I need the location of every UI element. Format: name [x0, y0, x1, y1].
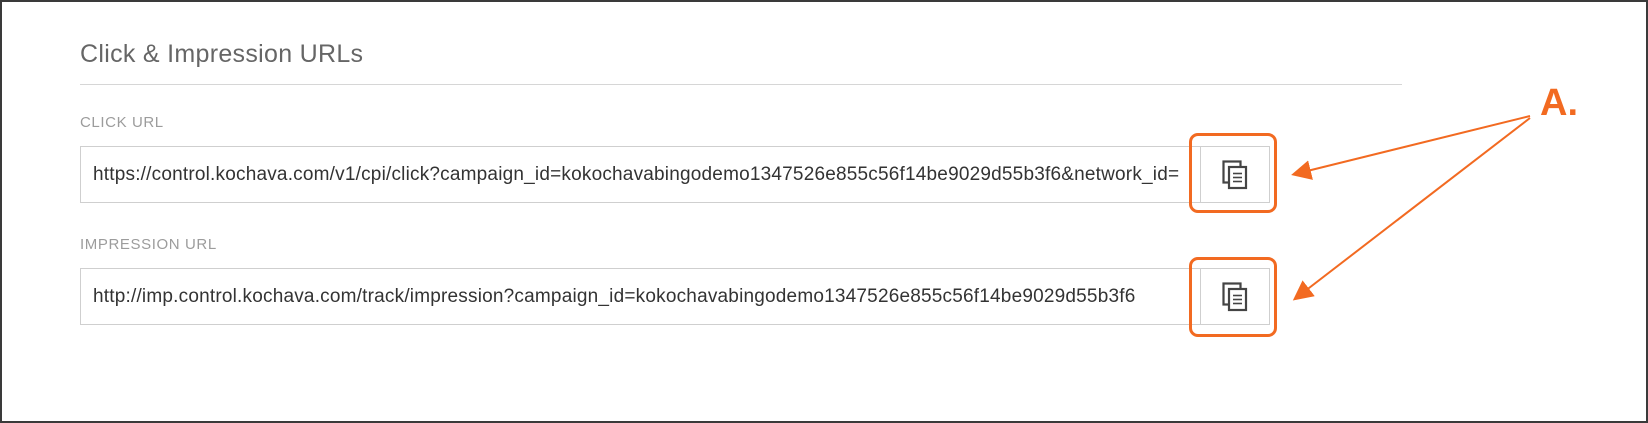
copy-icon [1222, 281, 1248, 311]
click-url-value[interactable]: https://control.kochava.com/v1/cpi/click… [93, 147, 1189, 202]
section-divider [80, 84, 1402, 85]
click-url-field[interactable]: https://control.kochava.com/v1/cpi/click… [80, 146, 1270, 203]
callout-label: A. [1540, 82, 1578, 124]
page-frame: Click & Impression URLs CLICK URL https:… [0, 0, 1648, 423]
arrow-to-click-copy [1291, 115, 1531, 180]
click-url-copy-button[interactable] [1200, 147, 1269, 202]
impression-url-copy-button[interactable] [1200, 269, 1269, 324]
click-url-label: CLICK URL [80, 114, 164, 131]
arrow-to-impression-copy [1292, 117, 1531, 301]
copy-icon [1222, 159, 1248, 189]
impression-url-value[interactable]: http://imp.control.kochava.com/track/imp… [93, 269, 1189, 324]
impression-url-label: IMPRESSION URL [80, 236, 217, 253]
impression-url-field[interactable]: http://imp.control.kochava.com/track/imp… [80, 268, 1270, 325]
section-title: Click & Impression URLs [80, 40, 364, 68]
